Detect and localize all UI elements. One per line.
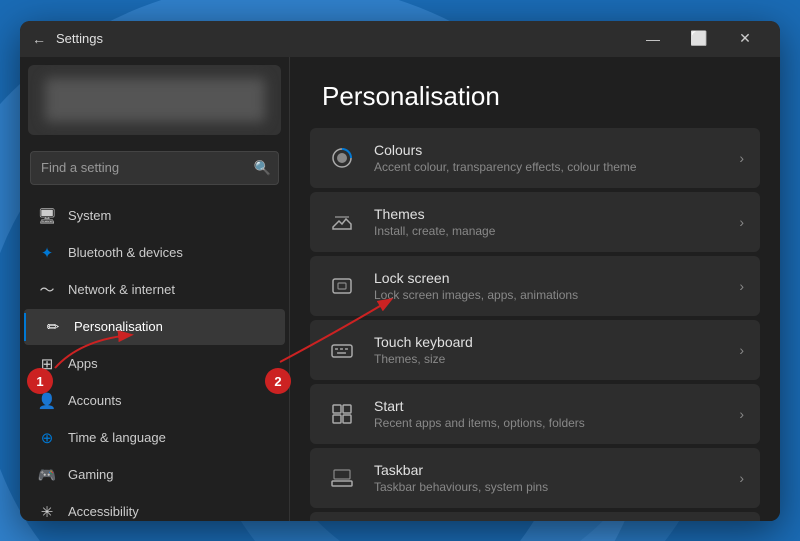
gaming-icon: 🎮 (38, 466, 56, 484)
setting-item-themes[interactable]: Themes Install, create, manage › (310, 192, 760, 252)
colours-title: Colours (374, 142, 723, 158)
setting-item-lock-screen[interactable]: Lock screen Lock screen images, apps, an… (310, 256, 760, 316)
lock-screen-text: Lock screen Lock screen images, apps, an… (374, 270, 723, 302)
sidebar-item-label: Bluetooth & devices (68, 245, 183, 260)
minimize-button[interactable]: — (630, 23, 676, 55)
lock-screen-icon (326, 270, 358, 302)
touch-keyboard-icon (326, 334, 358, 366)
setting-item-taskbar[interactable]: Taskbar Taskbar behaviours, system pins … (310, 448, 760, 508)
sidebar-item-label: Apps (68, 356, 98, 371)
start-title: Start (374, 398, 723, 414)
colours-desc: Accent colour, transparency effects, col… (374, 160, 723, 174)
active-indicator (24, 313, 26, 341)
apps-icon: ⊞ (38, 355, 56, 373)
system-icon: 🖥 (38, 207, 56, 225)
lock-screen-desc: Lock screen images, apps, animations (374, 288, 723, 302)
sidebar-item-bluetooth[interactable]: ✦ Bluetooth & devices (24, 235, 285, 271)
setting-item-fonts[interactable]: A Fonts › (310, 512, 760, 521)
taskbar-icon (326, 462, 358, 494)
sidebar-item-time[interactable]: ⊕ Time & language (24, 420, 285, 456)
taskbar-title: Taskbar (374, 462, 723, 478)
accounts-icon: 👤 (38, 392, 56, 410)
taskbar-text: Taskbar Taskbar behaviours, system pins (374, 462, 723, 494)
title-bar: ← Settings — ⬜ ✕ (20, 21, 780, 57)
sidebar-item-system[interactable]: 🖥 System (24, 198, 285, 234)
sidebar-item-gaming[interactable]: 🎮 Gaming (24, 457, 285, 493)
title-bar-left: ← Settings (32, 31, 103, 47)
touch-keyboard-desc: Themes, size (374, 352, 723, 366)
sidebar-item-label: System (68, 208, 111, 223)
colours-chevron: › (739, 150, 744, 166)
settings-window: ← Settings — ⬜ ✕ 🔍 🖥 System (20, 21, 780, 521)
themes-chevron: › (739, 214, 744, 230)
bluetooth-icon: ✦ (38, 244, 56, 262)
start-text: Start Recent apps and items, options, fo… (374, 398, 723, 430)
close-button[interactable]: ✕ (722, 23, 768, 55)
sidebar-item-label: Network & internet (68, 282, 175, 297)
sidebar-item-label: Accounts (68, 393, 121, 408)
window-controls: — ⬜ ✕ (630, 23, 768, 55)
back-button[interactable]: ← (32, 31, 46, 47)
setting-item-start[interactable]: Start Recent apps and items, options, fo… (310, 384, 760, 444)
profile-section (28, 65, 281, 135)
sidebar: 🔍 🖥 System ✦ Bluetooth & devices 〜 Netwo… (20, 57, 290, 521)
themes-icon (326, 206, 358, 238)
time-icon: ⊕ (38, 429, 56, 447)
setting-item-colours[interactable]: Colours Accent colour, transparency effe… (310, 128, 760, 188)
network-icon: 〜 (38, 281, 56, 299)
themes-desc: Install, create, manage (374, 224, 723, 238)
colours-text: Colours Accent colour, transparency effe… (374, 142, 723, 174)
start-icon (326, 398, 358, 430)
themes-title: Themes (374, 206, 723, 222)
sidebar-item-network[interactable]: 〜 Network & internet (24, 272, 285, 308)
sidebar-item-label: Time & language (68, 430, 166, 445)
touch-keyboard-chevron: › (739, 342, 744, 358)
setting-item-touch-keyboard[interactable]: Touch keyboard Themes, size › (310, 320, 760, 380)
touch-keyboard-title: Touch keyboard (374, 334, 723, 350)
sidebar-item-accessibility[interactable]: ✳ Accessibility (24, 494, 285, 521)
sidebar-item-personalisation[interactable]: ✏ Personalisation (24, 309, 285, 345)
search-button[interactable]: 🔍 (254, 159, 271, 176)
themes-text: Themes Install, create, manage (374, 206, 723, 238)
maximize-button[interactable]: ⬜ (676, 23, 722, 55)
window-title: Settings (56, 31, 103, 46)
content-header: Personalisation (290, 57, 780, 128)
lock-screen-chevron: › (739, 278, 744, 294)
taskbar-chevron: › (739, 470, 744, 486)
settings-list: Colours Accent colour, transparency effe… (290, 128, 780, 521)
start-desc: Recent apps and items, options, folders (374, 416, 723, 430)
accessibility-icon: ✳ (38, 503, 56, 521)
start-chevron: › (739, 406, 744, 422)
sidebar-item-label: Accessibility (68, 504, 139, 519)
content-area: Personalisation Colours Accent colour, (290, 57, 780, 521)
main-content: 🔍 🖥 System ✦ Bluetooth & devices 〜 Netwo… (20, 57, 780, 521)
lock-screen-title: Lock screen (374, 270, 723, 286)
sidebar-item-accounts[interactable]: 👤 Accounts (24, 383, 285, 419)
nav-list: 🖥 System ✦ Bluetooth & devices 〜 Network… (20, 193, 289, 521)
page-title: Personalisation (322, 81, 748, 112)
search-box: 🔍 (30, 151, 279, 185)
taskbar-desc: Taskbar behaviours, system pins (374, 480, 723, 494)
touch-keyboard-text: Touch keyboard Themes, size (374, 334, 723, 366)
colours-icon (326, 142, 358, 174)
sidebar-item-apps[interactable]: ⊞ Apps (24, 346, 285, 382)
personalisation-icon: ✏ (44, 318, 62, 336)
search-input[interactable] (30, 151, 279, 185)
sidebar-item-label: Gaming (68, 467, 114, 482)
profile-blur (45, 78, 265, 122)
sidebar-item-label: Personalisation (74, 319, 163, 334)
